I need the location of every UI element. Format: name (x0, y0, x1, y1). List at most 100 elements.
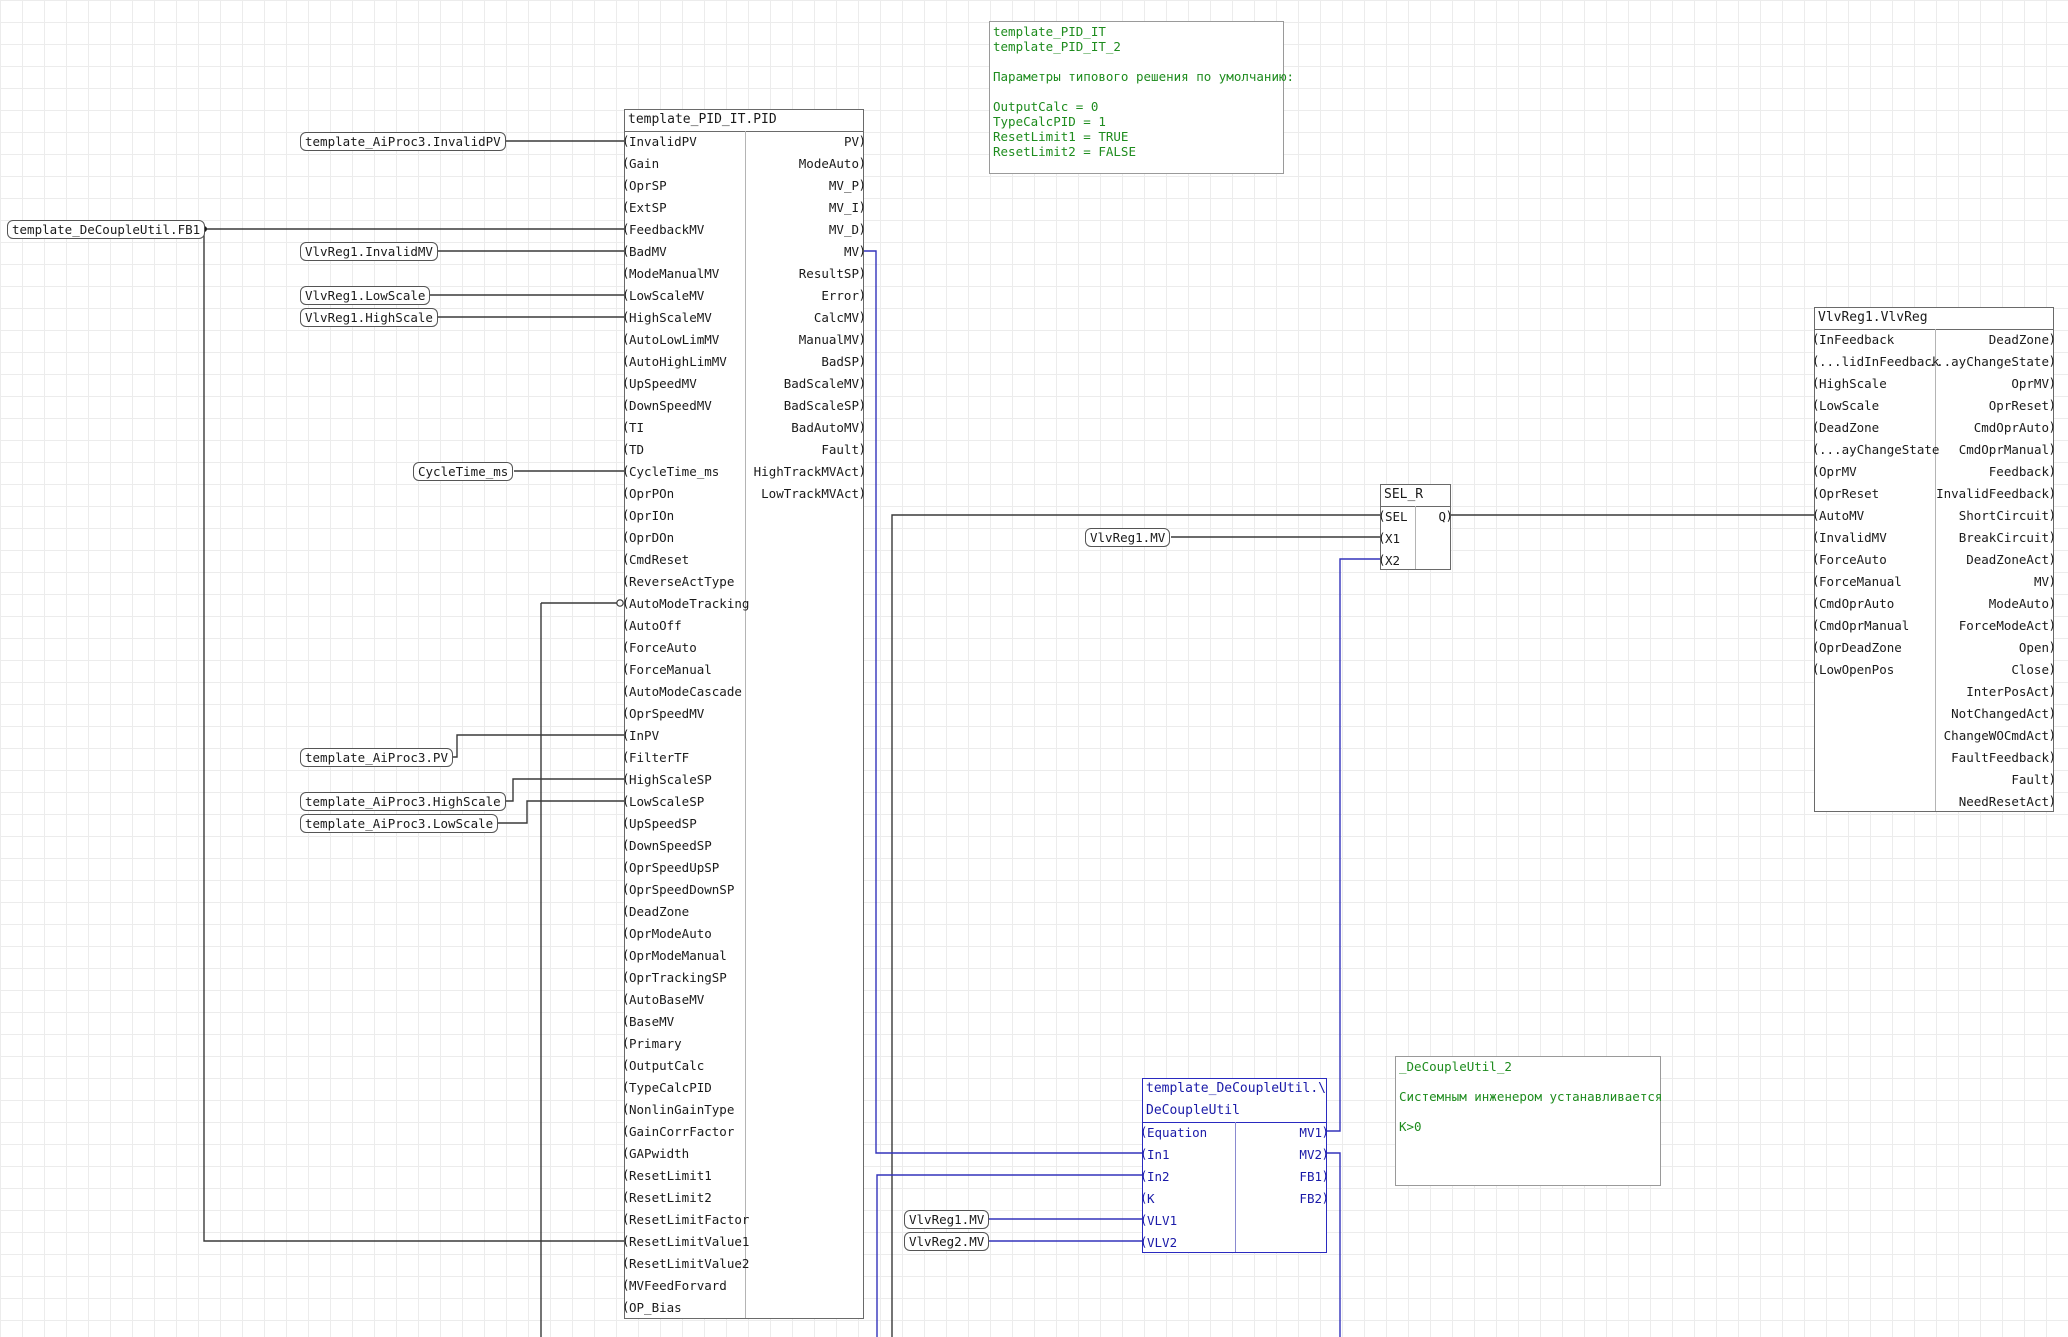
vlvreg-out-mv[interactable]: MV (2034, 570, 2056, 593)
pid-out-badautomv[interactable]: BadAutoMV (791, 416, 865, 439)
pid-in-gapwidth[interactable]: GAPwidth (622, 1142, 689, 1165)
pid-in-highscalesp[interactable]: HighScaleSP (622, 768, 712, 791)
pid-in-filtertf[interactable]: FilterTF (622, 746, 689, 769)
vlvreg-in-lowscale[interactable]: LowScale (1812, 394, 1879, 417)
pid-in-cmdreset[interactable]: CmdReset (622, 548, 689, 571)
vlvreg-out-cmdoprauto[interactable]: CmdOprAuto (1974, 416, 2057, 439)
pid-in-op-bias[interactable]: OP_Bias (622, 1296, 682, 1319)
vlvreg-in-forcemanual[interactable]: ForceManual (1812, 570, 1902, 593)
decouple-in-vlv1[interactable]: VLV1 (1140, 1209, 1177, 1232)
selr-in-x2[interactable]: X2 (1378, 549, 1400, 572)
pid-in-oprion[interactable]: OprIOn (622, 504, 674, 527)
decouple-in-vlv2[interactable]: VLV2 (1140, 1231, 1177, 1254)
vlvreg-out-needresetact[interactable]: NeedResetAct (1959, 790, 2057, 813)
decouple-out-mv2[interactable]: MV2 (1299, 1143, 1328, 1166)
pid-in-autobasemv[interactable]: AutoBaseMV (622, 988, 704, 1011)
pid-out-hightrackmvact[interactable]: HighTrackMVAct (754, 460, 867, 483)
pid-in-highscalemv[interactable]: HighScaleMV (622, 306, 712, 329)
pid-in-upspeedmv[interactable]: UpSpeedMV (622, 372, 697, 395)
pid-in-reverseacttype[interactable]: ReverseActType (622, 570, 734, 593)
pid-out-mv[interactable]: MV (844, 240, 866, 263)
vlvreg-in-aychangestate[interactable]: ...ayChangeState (1812, 438, 1939, 461)
pid-in-autooff[interactable]: AutoOff (622, 614, 682, 637)
pid-in-oprtrackingsp[interactable]: OprTrackingSP (622, 966, 727, 989)
pid-in-forceauto[interactable]: ForceAuto (622, 636, 697, 659)
decouple-util-block[interactable]: template_DeCoupleUtil.\ DeCoupleUtil Equ… (1140, 1078, 1329, 1254)
vlvreg-in-deadzone[interactable]: DeadZone (1812, 416, 1879, 439)
vlvreg-out-close[interactable]: Close (2011, 658, 2055, 681)
vlvreg-in-oprdeadzone[interactable]: OprDeadZone (1812, 636, 1902, 659)
pid-in-basemv[interactable]: BaseMV (622, 1010, 674, 1033)
pid-in-feedbackmv[interactable]: FeedbackMV (622, 218, 704, 241)
vlvreg-out-forcemodeact[interactable]: ForceModeAct (1959, 614, 2057, 637)
pid-in-downspeedsp[interactable]: DownSpeedSP (622, 834, 712, 857)
pid-out-fault[interactable]: Fault (821, 438, 865, 461)
high-scale-tag[interactable]: VlvReg1.HighScale (300, 308, 438, 327)
pid-in-automodecascade[interactable]: AutoModeCascade (622, 680, 742, 703)
selr-out-q[interactable]: Q (1438, 505, 1452, 528)
vlvreg-block[interactable]: VlvReg1.VlvReg InFeedback...lidInFeedbac… (1812, 307, 2057, 813)
vlvreg-out-changewocmdact[interactable]: ChangeWOCmdAct (1944, 724, 2057, 747)
pid-in-resetlimit2[interactable]: ResetLimit2 (622, 1186, 712, 1209)
vlvreg-in-forceauto[interactable]: ForceAuto (1812, 548, 1887, 571)
vlvreg-in-lidinfeedback[interactable]: ...lidInFeedback (1812, 350, 1939, 373)
pid-out-manualmv[interactable]: ManualMV (799, 328, 866, 351)
decouple-in-equation[interactable]: Equation (1140, 1121, 1207, 1144)
vlvreg-in-infeedback[interactable]: InFeedback (1812, 328, 1894, 351)
vlvreg-out-invalidfeedback[interactable]: InvalidFeedback (1936, 482, 2056, 505)
pid-in-resetlimit1[interactable]: ResetLimit1 (622, 1164, 712, 1187)
decouple-out-fb2[interactable]: FB2 (1299, 1187, 1328, 1210)
pid-in-resetlimitvalue1[interactable]: ResetLimitValue1 (622, 1230, 749, 1253)
pid-in-extsp[interactable]: ExtSP (622, 196, 667, 219)
vlvreg-out-interposact[interactable]: InterPosAct (1966, 680, 2056, 703)
decouple-in-in2[interactable]: In2 (1140, 1165, 1170, 1188)
pid-out-mv-d[interactable]: MV_D (829, 218, 866, 241)
pid-in-autolowlimmv[interactable]: AutoLowLimMV (622, 328, 719, 351)
selr-in-sel[interactable]: SEL (1378, 505, 1408, 528)
vlvreg-out-open[interactable]: Open (2019, 636, 2056, 659)
vlvreg-out-oprreset[interactable]: OprReset (1989, 394, 2056, 417)
pid-block[interactable]: template_PID_IT.PID InvalidPVGainOprSPEx… (622, 109, 867, 1319)
pid-out-mv-i[interactable]: MV_I (829, 196, 866, 219)
vlvreg1-mv-sel-tag[interactable]: VlvReg1.MV (1085, 528, 1171, 547)
pid-in-ti[interactable]: TI (622, 416, 644, 439)
pid-in-invalidpv[interactable]: InvalidPV (622, 130, 697, 153)
decouple-out-fb1[interactable]: FB1 (1299, 1165, 1328, 1188)
vlvreg-in-invalidmv[interactable]: InvalidMV (1812, 526, 1887, 549)
vlvreg-in-highscale[interactable]: HighScale (1812, 372, 1887, 395)
vlvreg-in-cmdoprauto[interactable]: CmdOprAuto (1812, 592, 1894, 615)
pid-out-pv[interactable]: PV (844, 130, 866, 153)
decouple-in-k[interactable]: K (1140, 1187, 1154, 1210)
pid-in-badmv[interactable]: BadMV (622, 240, 667, 263)
pid-in-typecalcpid[interactable]: TypeCalcPID (622, 1076, 712, 1099)
pid-in-oprspeeddownsp[interactable]: OprSpeedDownSP (622, 878, 734, 901)
pid-in-oprspeedmv[interactable]: OprSpeedMV (622, 702, 704, 725)
pid-in-oprdon[interactable]: OprDOn (622, 526, 674, 549)
vlvreg-in-oprmv[interactable]: OprMV (1812, 460, 1857, 483)
pid-out-badscalemv[interactable]: BadScaleMV (784, 372, 867, 395)
vlvreg-out-oprmv[interactable]: OprMV (2011, 372, 2055, 395)
vlvreg-out-modeauto[interactable]: ModeAuto (1989, 592, 2056, 615)
pid-in-deadzone[interactable]: DeadZone (622, 900, 689, 923)
pid-out-error[interactable]: Error (821, 284, 865, 307)
pid-in-cycletime-ms[interactable]: CycleTime_ms (622, 460, 719, 483)
vlvreg-out-fault[interactable]: Fault (2011, 768, 2055, 791)
pid-out-resultsp[interactable]: ResultSP (799, 262, 866, 285)
pid-in-automodetracking[interactable]: AutoModeTracking (622, 592, 749, 615)
decouple-in-in1[interactable]: In1 (1140, 1143, 1170, 1166)
pid-in-mvfeedforvard[interactable]: MVFeedForvard (622, 1274, 727, 1297)
pid-in-resetlimitfactor[interactable]: ResetLimitFactor (622, 1208, 749, 1231)
aiproc-lowscale-tag[interactable]: template_AiProc3.LowScale (300, 814, 499, 833)
vlvreg1-mv-tag[interactable]: VlvReg1.MV (904, 1210, 990, 1229)
pid-in-modemanualmv[interactable]: ModeManualMV (622, 262, 719, 285)
vlvreg-out-cmdoprmanual[interactable]: CmdOprManual (1959, 438, 2057, 461)
pid-out-modeauto[interactable]: ModeAuto (799, 152, 866, 175)
pid-out-mv-p[interactable]: MV_P (829, 174, 866, 197)
vlvreg-out-faultfeedback[interactable]: FaultFeedback (1951, 746, 2056, 769)
pid-in-outputcalc[interactable]: OutputCalc (622, 1054, 704, 1077)
pid-out-lowtrackmvact[interactable]: LowTrackMVAct (761, 482, 866, 505)
vlvreg-out-aychangestate[interactable]: ...ayChangeState (1929, 350, 2057, 373)
pid-in-nonlingaintype[interactable]: NonlinGainType (622, 1098, 734, 1121)
vlvreg-out-feedback[interactable]: Feedback (1989, 460, 2056, 483)
vlvreg-in-cmdoprmanual[interactable]: CmdOprManual (1812, 614, 1909, 637)
